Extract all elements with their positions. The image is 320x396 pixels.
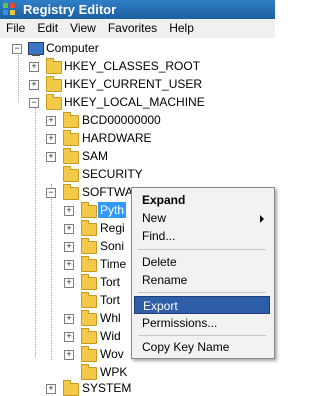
expand-icon[interactable]: + bbox=[46, 116, 56, 126]
menu-item-find[interactable]: Find... bbox=[134, 227, 270, 245]
tree-node-sam[interactable]: + SAM bbox=[0, 148, 275, 164]
menu-item-copy-key-name[interactable]: Copy Key Name bbox=[134, 338, 270, 356]
context-menu: Expand New Find... Delete Rename Export … bbox=[131, 187, 275, 359]
tree-node-system[interactable]: + SYSTEM bbox=[0, 380, 275, 396]
expand-icon[interactable]: + bbox=[64, 224, 74, 234]
expand-icon[interactable]: + bbox=[29, 80, 39, 90]
folder-icon bbox=[81, 220, 97, 236]
menu-separator bbox=[138, 292, 266, 293]
folder-icon bbox=[81, 310, 97, 326]
expand-icon[interactable]: + bbox=[64, 242, 74, 252]
submenu-arrow-icon bbox=[260, 215, 264, 223]
folder-icon bbox=[63, 380, 79, 396]
tree-node-label: BCD00000000 bbox=[82, 113, 161, 127]
menu-separator bbox=[138, 335, 266, 336]
folder-icon bbox=[46, 58, 62, 74]
tree-node-label: SAM bbox=[82, 149, 109, 163]
menu-help[interactable]: Help bbox=[163, 19, 200, 38]
folder-open-icon bbox=[46, 94, 62, 110]
menu-separator bbox=[138, 249, 266, 250]
expand-icon[interactable]: + bbox=[29, 62, 39, 72]
folder-open-icon bbox=[63, 184, 79, 200]
tree-node-label: SECURITY bbox=[82, 167, 143, 181]
tree-node-security[interactable]: SECURITY bbox=[0, 166, 275, 182]
tree-node-label: Computer bbox=[46, 41, 99, 55]
tree-node-label: Soni bbox=[100, 239, 125, 253]
tree-node-hkcr[interactable]: + HKEY_CLASSES_ROOT bbox=[0, 58, 275, 74]
collapse-icon[interactable]: − bbox=[46, 188, 56, 198]
menu-item-expand[interactable]: Expand bbox=[134, 191, 270, 209]
folder-icon bbox=[81, 292, 97, 308]
folder-icon bbox=[63, 148, 79, 164]
folder-icon bbox=[81, 328, 97, 344]
registry-editor-icon bbox=[3, 2, 17, 17]
folder-icon bbox=[46, 76, 62, 92]
expand-icon[interactable]: + bbox=[46, 384, 56, 394]
menu-item-permissions[interactable]: Permissions... bbox=[134, 314, 270, 332]
computer-icon bbox=[28, 42, 44, 56]
folder-icon bbox=[81, 364, 97, 380]
window-title: Registry Editor bbox=[23, 2, 117, 17]
tree-node-label: SYSTEM bbox=[82, 381, 132, 395]
menu-edit[interactable]: Edit bbox=[31, 19, 64, 38]
tree-node-label: Tort bbox=[100, 275, 121, 289]
folder-icon bbox=[81, 202, 97, 218]
tree-node-label: HKEY_CLASSES_ROOT bbox=[64, 59, 201, 73]
tree-node-hklm[interactable]: − HKEY_LOCAL_MACHINE bbox=[0, 94, 275, 110]
folder-icon bbox=[81, 238, 97, 254]
tree-node-hkcu[interactable]: + HKEY_CURRENT_USER bbox=[0, 76, 275, 92]
menu-favorites[interactable]: Favorites bbox=[102, 19, 163, 38]
expand-icon[interactable]: + bbox=[64, 206, 74, 216]
tree-node-label: HKEY_LOCAL_MACHINE bbox=[64, 95, 205, 109]
folder-icon bbox=[63, 130, 79, 146]
tree-node-label: HARDWARE bbox=[82, 131, 152, 145]
expand-icon[interactable]: + bbox=[64, 332, 74, 342]
folder-icon bbox=[63, 166, 79, 182]
menu-bar: File Edit View Favorites Help bbox=[0, 19, 275, 39]
menu-item-delete[interactable]: Delete bbox=[134, 253, 270, 271]
menu-item-export[interactable]: Export bbox=[134, 296, 270, 314]
collapse-icon[interactable]: − bbox=[29, 98, 39, 108]
tree-node-label: WPK bbox=[100, 365, 128, 379]
folder-icon bbox=[63, 112, 79, 128]
menu-item-new-label: New bbox=[142, 211, 167, 225]
tree-node-label: Regi bbox=[100, 221, 125, 235]
tree-node-label-selected: Pyth bbox=[98, 202, 127, 218]
folder-icon bbox=[81, 274, 97, 290]
tree-node-label: HKEY_CURRENT_USER bbox=[64, 77, 203, 91]
tree-node-label: Wid bbox=[100, 329, 121, 343]
tree-node-software-child[interactable]: WPK bbox=[0, 364, 275, 380]
collapse-icon[interactable]: − bbox=[12, 44, 22, 54]
expand-icon[interactable]: + bbox=[64, 314, 74, 324]
tree-node-label: Whl bbox=[100, 311, 121, 325]
menu-view[interactable]: View bbox=[64, 19, 102, 38]
menu-item-rename[interactable]: Rename bbox=[134, 271, 270, 289]
tree-node-label: Tort bbox=[100, 293, 121, 307]
tree-node-label: Time bbox=[100, 257, 127, 271]
folder-icon bbox=[81, 256, 97, 272]
expand-icon[interactable]: + bbox=[64, 350, 74, 360]
tree-node-computer[interactable]: − Computer bbox=[0, 40, 275, 56]
tree-node-hardware[interactable]: + HARDWARE bbox=[0, 130, 275, 146]
folder-icon bbox=[81, 346, 97, 362]
expand-icon[interactable]: + bbox=[64, 278, 74, 288]
menu-file[interactable]: File bbox=[0, 19, 31, 38]
expand-icon[interactable]: + bbox=[64, 260, 74, 270]
menu-item-new[interactable]: New bbox=[134, 209, 270, 227]
tree-node-bcd[interactable]: + BCD00000000 bbox=[0, 112, 275, 128]
title-bar: Registry Editor bbox=[0, 0, 275, 19]
expand-icon[interactable]: + bbox=[46, 134, 56, 144]
expand-icon[interactable]: + bbox=[46, 152, 56, 162]
